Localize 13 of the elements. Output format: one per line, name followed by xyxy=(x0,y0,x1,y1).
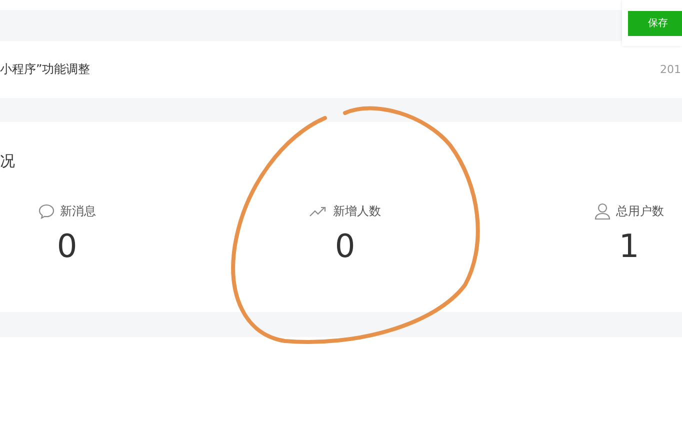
notice-row[interactable]: 小程序”功能调整 201 xyxy=(0,41,682,98)
notice-date: 201 xyxy=(660,63,681,76)
stat-label: 新增人数 xyxy=(333,202,381,220)
stat-value: 0 xyxy=(56,227,78,265)
user-icon xyxy=(594,202,611,220)
card-title: 况 xyxy=(0,152,16,171)
notice-title: 小程序”功能调整 xyxy=(0,61,90,78)
stat-value: 0 xyxy=(334,227,356,265)
stat-value: 1 xyxy=(618,227,640,265)
trend-icon xyxy=(309,205,328,217)
stat-label: 新消息 xyxy=(60,202,96,220)
stat-label: 总用户数 xyxy=(616,202,664,220)
speech-bubble-icon xyxy=(38,202,55,220)
